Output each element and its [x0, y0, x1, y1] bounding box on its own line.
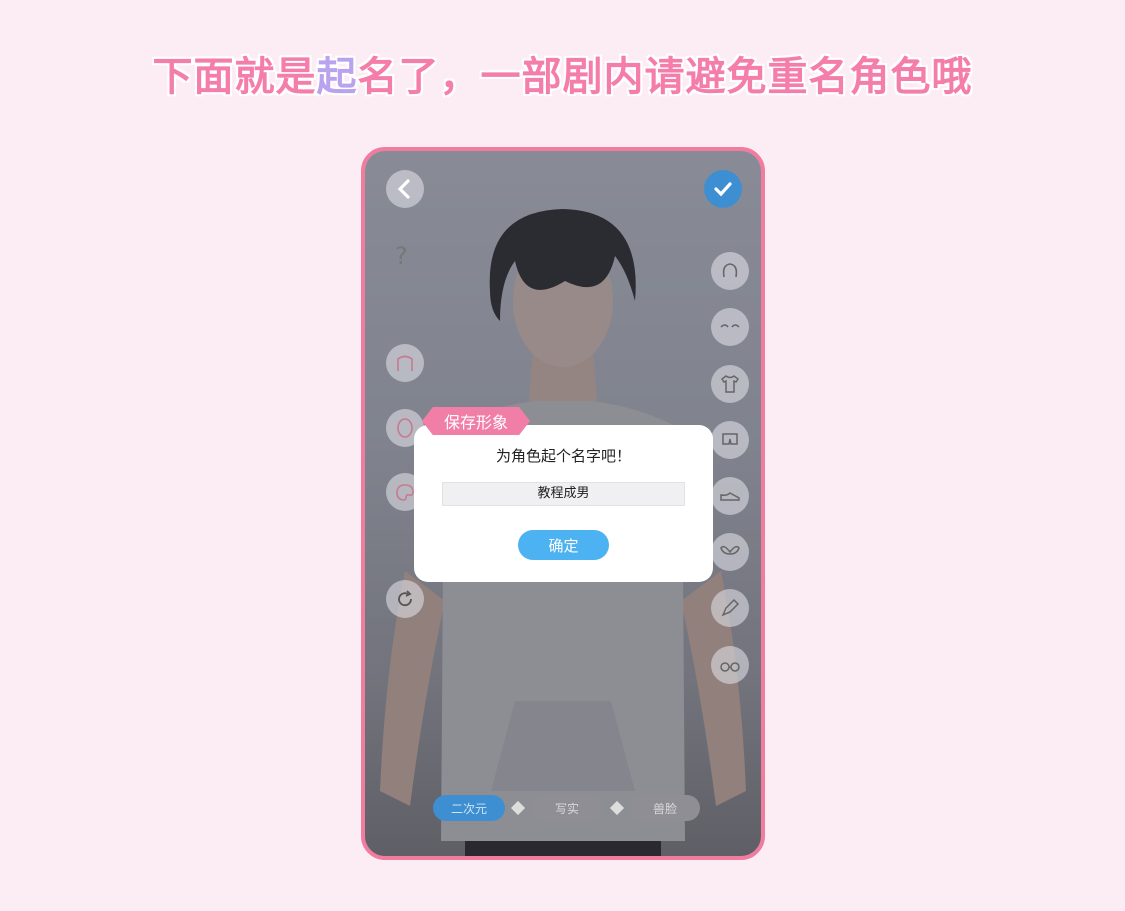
- glasses-icon: [720, 662, 740, 672]
- shoe-button[interactable]: [711, 477, 749, 515]
- checkmark-icon: [714, 182, 732, 197]
- name-dialog: 为角色起个名字吧！ 教程成男 确定: [414, 425, 713, 582]
- back-button[interactable]: [386, 170, 424, 208]
- pants-icon: [722, 433, 738, 445]
- wings-icon: [720, 545, 740, 555]
- tshirt-icon: [720, 375, 740, 393]
- dialog-title: 为角色起个名字吧！: [495, 447, 631, 465]
- pencil-button[interactable]: [711, 589, 749, 627]
- hair-button[interactable]: [711, 252, 749, 290]
- mode-realistic[interactable]: 写实: [532, 795, 602, 821]
- wings-button[interactable]: [711, 533, 749, 571]
- eyebrow-icon: [720, 324, 740, 328]
- help-button[interactable]: ?: [395, 242, 408, 270]
- save-look-tag: 保存形象: [422, 407, 530, 435]
- eyebrow-button[interactable]: [711, 308, 749, 346]
- character-name-input[interactable]: 教程成男: [442, 482, 685, 506]
- mode-anime[interactable]: 二次元: [433, 795, 505, 821]
- hair-icon: [722, 263, 738, 278]
- pencil-icon: [721, 598, 740, 617]
- headline-part2: 名了，一部剧内请避免重名角色哦: [357, 54, 973, 100]
- shoe-icon: [720, 492, 740, 501]
- confirm-check-button[interactable]: [704, 170, 742, 208]
- headline-part1: 下面就是: [152, 54, 317, 100]
- headline-accent: 起: [316, 54, 358, 100]
- confirm-button[interactable]: 确定: [518, 530, 609, 560]
- page-headline: 下面就是起名了，一部剧内请避免重名角色哦: [0, 44, 1125, 102]
- body-shape-button[interactable]: [386, 344, 424, 382]
- mode-beast-face[interactable]: 兽脸: [630, 795, 700, 821]
- reset-rotate-icon: [398, 590, 412, 607]
- tshirt-button[interactable]: [711, 365, 749, 403]
- glasses-button[interactable]: [711, 646, 749, 684]
- body-shape-icon: [397, 355, 413, 371]
- pants-button[interactable]: [711, 421, 749, 459]
- reset-button[interactable]: [386, 580, 424, 618]
- back-chevron-icon: [397, 179, 410, 199]
